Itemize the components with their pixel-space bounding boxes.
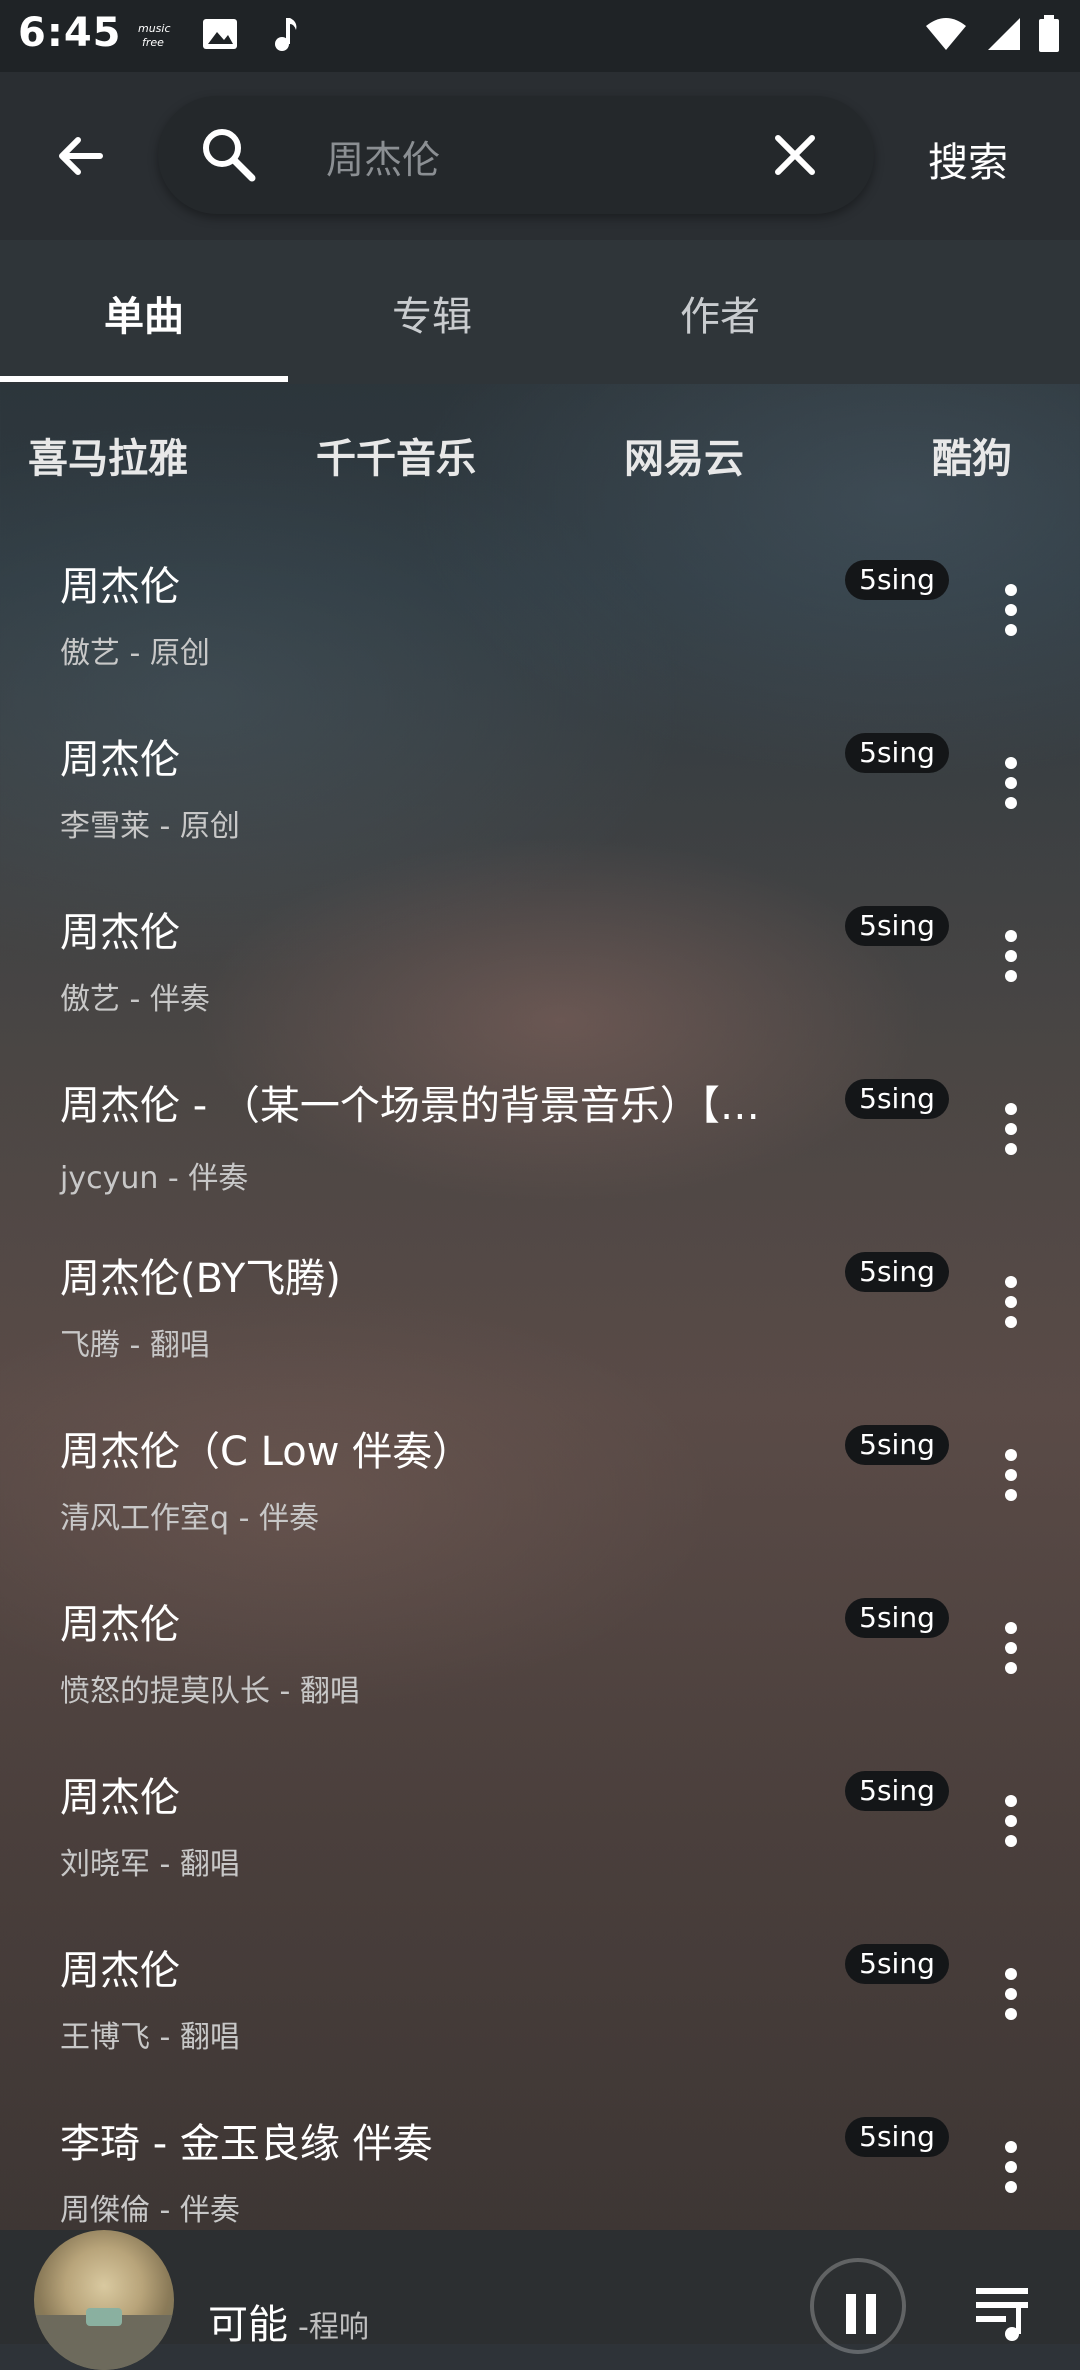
back-arrow-icon[interactable] [50, 126, 110, 186]
more-options-icon[interactable] [996, 1795, 1026, 1855]
tab-album[interactable]: 专辑 [288, 284, 576, 342]
song-subtitle: 愤怒的提莫队长 - 翻唱 [60, 1674, 360, 1709]
song-title: 周杰伦 [60, 1602, 180, 1648]
song-subtitle: 周傑倫 - 伴奏 [60, 2193, 240, 2228]
list-item[interactable]: 周杰伦 傲艺 - 原创 5sing [0, 534, 1080, 706]
search-box [158, 96, 874, 216]
source-qianqian[interactable]: 千千音乐 [316, 426, 476, 484]
clear-icon[interactable] [770, 130, 820, 180]
source-badge: 5sing [845, 906, 949, 946]
more-options-icon[interactable] [996, 757, 1026, 817]
song-title: 周杰伦 [60, 1948, 180, 1994]
source-badge: 5sing [845, 1425, 949, 1465]
list-item[interactable]: 周杰伦 傲艺 - 伴奏 5sing [0, 880, 1080, 1052]
mini-player[interactable]: 可能 -程响 [0, 2230, 1080, 2370]
song-subtitle: 王博飞 - 翻唱 [60, 2020, 240, 2055]
active-tab-indicator [0, 376, 288, 382]
source-netease[interactable]: 网易云 [624, 426, 744, 484]
now-playing-title: 可能 [208, 2302, 288, 2348]
list-item[interactable]: 周杰伦 刘晓军 - 翻唱 5sing [0, 1745, 1080, 1917]
source-badge: 5sing [845, 1079, 949, 1119]
image-icon [203, 19, 237, 49]
signal-icon [988, 18, 1020, 50]
source-kugou[interactable]: 酷狗 [932, 426, 1012, 484]
source-badge: 5sing [845, 1944, 949, 1984]
list-item[interactable]: 周杰伦 王博飞 - 翻唱 5sing [0, 1918, 1080, 2090]
result-type-tabs: 单曲 专辑 作者 [0, 240, 1080, 384]
song-subtitle: 傲艺 - 原创 [60, 636, 210, 671]
source-badge: 5sing [845, 733, 949, 773]
song-title: 周杰伦 [60, 910, 180, 956]
song-title: 周杰伦 - （某一个场景的背景音乐）【… [60, 1083, 760, 1129]
wifi-icon [926, 18, 966, 50]
music-free-app-icon: music free [138, 22, 171, 49]
list-item[interactable]: 周杰伦(BY飞腾) 飞腾 - 翻唱 5sing [0, 1226, 1080, 1398]
source-tabs: 喜马拉雅 千千音乐 网易云 酷狗 [0, 384, 1080, 524]
more-options-icon[interactable] [996, 584, 1026, 644]
search-button[interactable]: 搜索 [928, 130, 1008, 188]
song-subtitle: 刘晓军 - 翻唱 [60, 1847, 240, 1882]
playlist-queue-icon[interactable] [972, 2282, 1036, 2342]
more-options-icon[interactable] [996, 1103, 1026, 1163]
album-cover[interactable] [34, 2230, 174, 2370]
list-item[interactable]: 周杰伦 李雪莱 - 原创 5sing [0, 707, 1080, 879]
more-options-icon[interactable] [996, 1968, 1026, 2028]
list-item[interactable]: 周杰伦 愤怒的提莫队长 - 翻唱 5sing [0, 1572, 1080, 1744]
song-subtitle: 傲艺 - 伴奏 [60, 982, 210, 1017]
search-header: 搜索 [0, 72, 1080, 240]
battery-icon [1039, 15, 1059, 52]
source-ximalaya[interactable]: 喜马拉雅 [28, 426, 188, 484]
more-options-icon[interactable] [996, 930, 1026, 990]
song-title: 周杰伦 [60, 564, 180, 610]
svg-text:free: free [142, 36, 164, 49]
source-badge: 5sing [845, 2117, 949, 2157]
list-item[interactable]: 周杰伦 - （某一个场景的背景音乐）【… jycyun - 伴奏 5sing [0, 1053, 1080, 1225]
song-subtitle: 飞腾 - 翻唱 [60, 1328, 210, 1363]
svg-text:music: music [138, 22, 171, 35]
song-title: 周杰伦 [60, 1775, 180, 1821]
song-title: 周杰伦(BY飞腾) [60, 1256, 341, 1302]
more-options-icon[interactable] [996, 1449, 1026, 1509]
now-playing-artist: -程响 [298, 2310, 369, 2345]
tab-single[interactable]: 单曲 [0, 284, 288, 342]
song-subtitle: 清风工作室q - 伴奏 [60, 1501, 319, 1536]
source-badge: 5sing [845, 1771, 949, 1811]
song-title: 周杰伦（C Low 伴奏） [60, 1429, 473, 1475]
song-title: 李琦 - 金玉良缘 伴奏 [60, 2121, 433, 2167]
tab-artist[interactable]: 作者 [576, 284, 864, 342]
status-bar: 6:45 music free [0, 0, 1080, 72]
search-input[interactable] [324, 96, 728, 216]
more-options-icon[interactable] [996, 1276, 1026, 1336]
list-item[interactable]: 周杰伦（C Low 伴奏） 清风工作室q - 伴奏 5sing [0, 1399, 1080, 1571]
source-badge: 5sing [845, 1252, 949, 1292]
search-icon [203, 129, 256, 182]
status-time: 6:45 [18, 10, 122, 56]
pause-button[interactable] [810, 2258, 906, 2354]
song-subtitle: 李雪莱 - 原创 [60, 809, 240, 844]
music-note-icon [275, 18, 297, 51]
more-options-icon[interactable] [996, 1622, 1026, 1682]
song-title: 周杰伦 [60, 737, 180, 783]
source-badge: 5sing [845, 1598, 949, 1638]
source-badge: 5sing [845, 560, 949, 600]
song-subtitle: jycyun - 伴奏 [60, 1161, 249, 1196]
more-options-icon[interactable] [996, 2141, 1026, 2201]
